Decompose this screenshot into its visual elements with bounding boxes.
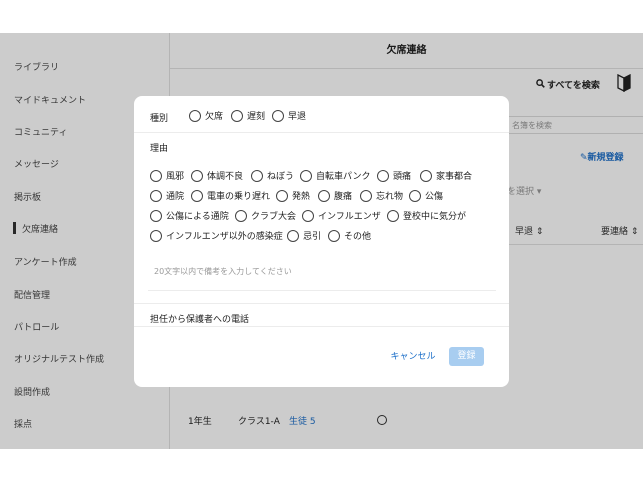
type-label: 種別 [150, 114, 169, 124]
reason-option-label: 風邪 [166, 172, 185, 182]
reason-option[interactable]: 頭痛 [377, 169, 411, 182]
radio-icon [235, 209, 247, 222]
reason-option[interactable]: 通院 [150, 189, 184, 202]
reason-option-label: 忌引 [303, 232, 322, 242]
cancel-button[interactable]: キャンセル [385, 348, 441, 366]
reason-option-label: その他 [344, 232, 372, 242]
absence-modal: 種別 欠席 遅刻 早退 理由 風邪 体調不良 ねぼう 自転車パンク 頭痛 家事都… [134, 96, 509, 387]
reason-option[interactable]: 電車の乗り遅れ [191, 189, 270, 202]
radio-icon [276, 189, 288, 202]
reason-option[interactable]: 公傷 [409, 189, 443, 202]
reason-option-label: 電車の乗り遅れ [207, 192, 271, 202]
type-option-label: 遅刻 [247, 112, 266, 122]
reason-option-label: クラブ大会 [251, 212, 297, 222]
divider [134, 303, 509, 304]
type-option-label: 早退 [288, 112, 307, 122]
divider [134, 326, 509, 327]
reason-option[interactable]: 体調不良 [191, 169, 243, 182]
reason-option[interactable]: 家事都合 [420, 169, 472, 182]
reason-label: 理由 [150, 144, 169, 154]
reason-option[interactable]: 忌引 [287, 229, 321, 242]
note-underline [148, 290, 496, 291]
radio-icon [191, 189, 203, 202]
reason-option-label: ねぼう [267, 172, 295, 182]
radio-icon [302, 209, 314, 222]
reason-option[interactable]: ねぼう [251, 169, 294, 182]
reason-option-label: インフルエンザ以外の感染症 [166, 232, 283, 242]
reason-option-label: 腹痛 [334, 192, 353, 202]
radio-icon [409, 189, 421, 202]
type-option-late[interactable]: 遅刻 [231, 109, 265, 122]
reason-option[interactable]: インフルエンザ以外の感染症 [150, 229, 283, 242]
reason-option-label: 頭痛 [393, 172, 412, 182]
radio-icon [150, 229, 162, 242]
reason-option[interactable]: その他 [328, 229, 371, 242]
reason-option[interactable]: 登校中に気分が [387, 209, 466, 222]
radio-icon [150, 189, 162, 202]
radio-icon [150, 209, 162, 222]
radio-icon [231, 109, 243, 122]
reason-option[interactable]: 風邪 [150, 169, 184, 182]
radio-icon [377, 169, 389, 182]
radio-icon [189, 109, 201, 122]
radio-icon [272, 109, 284, 122]
radio-icon [300, 169, 312, 182]
reason-option[interactable]: 発熱 [276, 189, 310, 202]
reason-option[interactable]: インフルエンザ [302, 209, 381, 222]
reason-option-label: 自転車パンク [316, 172, 371, 182]
reason-option[interactable]: 腹痛 [318, 189, 352, 202]
reason-option[interactable]: クラブ大会 [235, 209, 296, 222]
reason-option[interactable]: 自転車パンク [300, 169, 370, 182]
radio-icon [328, 229, 340, 242]
reason-option-label: 公傷による通院 [166, 212, 229, 222]
radio-icon [287, 229, 299, 242]
radio-icon [251, 169, 263, 182]
type-option-absent[interactable]: 欠席 [189, 109, 223, 122]
reason-option-label: 通院 [166, 192, 185, 202]
reason-option-label: インフルエンザ [318, 212, 381, 222]
radio-icon [150, 169, 162, 182]
divider [134, 132, 509, 133]
reason-option-label: 忘れ物 [376, 192, 404, 202]
type-option-label: 欠席 [205, 112, 224, 122]
type-option-early-leave[interactable]: 早退 [272, 109, 306, 122]
radio-icon [360, 189, 372, 202]
radio-icon [318, 189, 330, 202]
reason-option-label: 体調不良 [207, 172, 244, 182]
reason-option[interactable]: 公傷による通院 [150, 209, 229, 222]
reason-option-label: 登校中に気分が [403, 212, 467, 222]
note-input[interactable]: 20文字以内で備考を入力してください [154, 266, 292, 277]
register-button[interactable]: 登録 [449, 347, 484, 366]
radio-icon [191, 169, 203, 182]
reason-option-label: 公傷 [425, 192, 444, 202]
reason-option[interactable]: 忘れ物 [360, 189, 403, 202]
radio-icon [387, 209, 399, 222]
reason-option-label: 発熱 [292, 192, 311, 202]
reason-option-label: 家事都合 [436, 172, 473, 182]
radio-icon [420, 169, 432, 182]
phone-label: 担任から保護者への電話 [150, 315, 250, 325]
